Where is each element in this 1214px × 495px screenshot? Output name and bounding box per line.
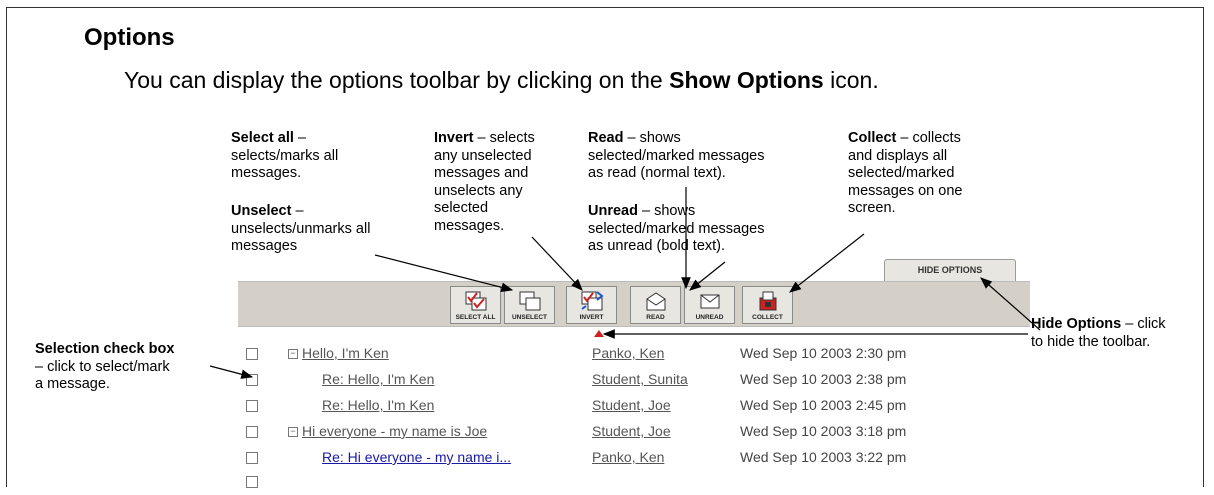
invert-button[interactable]: INVERT (566, 286, 617, 324)
note-collect: Collect – collects and displays all sele… (848, 130, 962, 218)
options-toolbar: SELECT ALL UNSELECT INVERT READ UNREAD C… (238, 281, 1030, 327)
row-checkbox[interactable] (246, 476, 258, 488)
collect-icon (759, 291, 776, 311)
row-checkbox[interactable] (246, 426, 258, 438)
note-unselect: Unselect – unselects/unmarks all message… (231, 203, 370, 256)
intro-pre: You can display the options toolbar by c… (124, 67, 670, 93)
note-invert: Invert – selects any unselected messages… (434, 130, 535, 235)
button-label: COLLECT (752, 314, 783, 321)
message-row[interactable]: − Hi everyone - my name is Joe Student, … (0, 421, 1214, 445)
note-term: Collect (848, 130, 897, 146)
button-label: UNSELECT (511, 314, 548, 321)
hide-options-tab[interactable]: HIDE OPTIONS (884, 259, 1016, 281)
message-date: Wed Sep 10 2003 2:30 pm (740, 345, 907, 361)
message-row-partial (0, 471, 1214, 495)
note-term: Hide Options (1031, 316, 1122, 332)
message-author[interactable]: Student, Joe (592, 423, 671, 439)
note-term: Select all (231, 130, 294, 146)
note-read: Read – shows selected/marked messages as… (588, 130, 765, 183)
message-author[interactable]: Student, Joe (592, 397, 671, 413)
select-all-button[interactable]: SELECT ALL (450, 286, 501, 324)
invert-icon (580, 291, 604, 311)
note-term: Unread (588, 203, 638, 219)
note-term: Invert (434, 130, 474, 146)
row-checkbox[interactable] (246, 374, 258, 386)
read-envelope-icon (646, 292, 665, 311)
section-title: Options (84, 24, 175, 51)
message-date: Wed Sep 10 2003 3:18 pm (740, 423, 907, 439)
message-author[interactable]: Student, Sunita (592, 371, 688, 387)
message-row[interactable]: Re: Hello, I'm Ken Student, Sunita Wed S… (0, 369, 1214, 393)
unread-button[interactable]: UNREAD (684, 286, 735, 324)
note-term: Read (588, 130, 624, 146)
button-label: SELECT ALL (455, 314, 496, 321)
row-checkbox[interactable] (246, 348, 258, 360)
collect-button[interactable]: COLLECT (742, 286, 793, 324)
unselect-button[interactable]: UNSELECT (504, 286, 555, 324)
message-row[interactable]: Re: Hi everyone - my name i... Panko, Ke… (0, 447, 1214, 471)
note-select-all: Select all – selects/marks all messages. (231, 130, 338, 183)
note-term: Unselect (231, 203, 292, 219)
collapse-thread-icon[interactable]: − (288, 427, 298, 437)
message-date: Wed Sep 10 2003 2:45 pm (740, 397, 907, 413)
row-checkbox[interactable] (246, 400, 258, 412)
unread-envelope-icon (700, 294, 719, 309)
message-subject[interactable]: Hello, I'm Ken (302, 345, 389, 361)
button-label: READ (646, 314, 665, 321)
message-row[interactable]: − Hello, I'm Ken Panko, Ken Wed Sep 10 2… (0, 343, 1214, 367)
intro-bold: Show Options (669, 67, 824, 93)
select-all-icon (465, 291, 486, 311)
message-author[interactable]: Panko, Ken (592, 449, 664, 465)
message-date: Wed Sep 10 2003 2:38 pm (740, 371, 907, 387)
unselect-icon (519, 291, 540, 311)
button-label: UNREAD (695, 314, 724, 321)
message-subject[interactable]: Re: Hello, I'm Ken (322, 397, 434, 413)
intro-text: You can display the options toolbar by c… (124, 67, 879, 94)
message-author[interactable]: Panko, Ken (592, 345, 664, 361)
message-row[interactable]: Re: Hello, I'm Ken Student, Joe Wed Sep … (0, 395, 1214, 419)
sort-marker-icon (594, 330, 604, 337)
note-unread: Unread – shows selected/marked messages … (588, 203, 765, 256)
collapse-thread-icon[interactable]: − (288, 349, 298, 359)
message-subject[interactable]: Hi everyone - my name is Joe (302, 423, 487, 439)
intro-post: icon. (823, 67, 879, 93)
message-subject[interactable]: Re: Hello, I'm Ken (322, 371, 434, 387)
button-label: INVERT (579, 314, 604, 321)
read-button[interactable]: READ (630, 286, 681, 324)
message-subject[interactable]: Re: Hi everyone - my name i... (322, 449, 511, 465)
row-checkbox[interactable] (246, 452, 258, 464)
message-date: Wed Sep 10 2003 3:22 pm (740, 449, 907, 465)
